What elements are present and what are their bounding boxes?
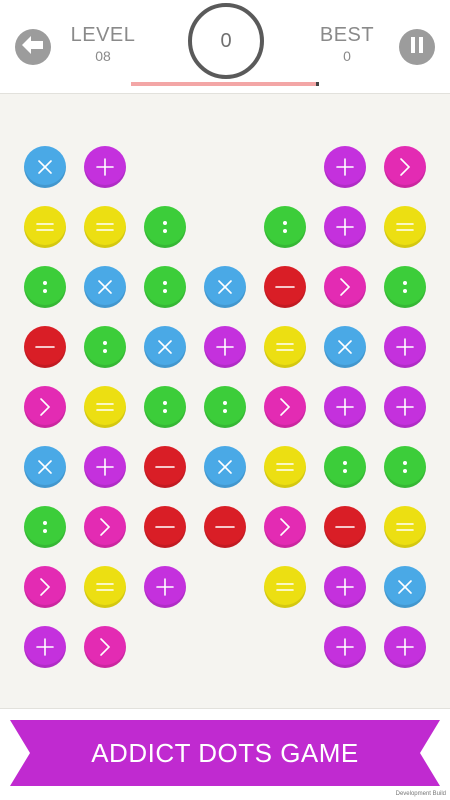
dot-yellow-eq[interactable] xyxy=(384,506,426,548)
dot-blue-x[interactable] xyxy=(204,266,246,308)
dot-green-colon[interactable] xyxy=(24,506,66,548)
dot-purple-plus[interactable] xyxy=(324,206,366,248)
dot-purple-plus[interactable] xyxy=(324,146,366,188)
dot-yellow-eq[interactable] xyxy=(84,206,126,248)
dot-yellow-eq[interactable] xyxy=(264,446,306,488)
dot-purple-plus[interactable] xyxy=(324,386,366,428)
dot-purple-plus[interactable] xyxy=(384,386,426,428)
dot-purple-plus[interactable] xyxy=(84,446,126,488)
best-display: BEST 0 xyxy=(302,24,392,64)
dot-purple-plus[interactable] xyxy=(324,566,366,608)
dot-blue-x[interactable] xyxy=(24,446,66,488)
dot-purple-plus[interactable] xyxy=(384,326,426,368)
dot-green-colon[interactable] xyxy=(24,266,66,308)
dot-green-colon[interactable] xyxy=(144,206,186,248)
score-value: 0 xyxy=(220,29,232,52)
development-build-note: Development Build xyxy=(395,791,446,797)
dot-magenta-gt[interactable] xyxy=(384,146,426,188)
dot-blue-x[interactable] xyxy=(84,266,126,308)
dot-yellow-eq[interactable] xyxy=(384,206,426,248)
dot-green-colon[interactable] xyxy=(144,386,186,428)
dot-purple-plus[interactable] xyxy=(324,626,366,668)
dot-blue-x[interactable] xyxy=(324,326,366,368)
dot-green-colon[interactable] xyxy=(204,386,246,428)
level-display: LEVEL 08 xyxy=(58,24,148,64)
banner-title: ADDICT DOTS GAME xyxy=(91,737,359,768)
top-bar: LEVEL 08 0 BEST 0 xyxy=(0,0,450,93)
dot-blue-x[interactable] xyxy=(144,326,186,368)
back-arrow-icon xyxy=(22,35,44,59)
dot-yellow-eq[interactable] xyxy=(24,206,66,248)
dot-purple-plus[interactable] xyxy=(384,626,426,668)
dot-red-minus[interactable] xyxy=(144,506,186,548)
dot-magenta-gt[interactable] xyxy=(264,506,306,548)
dot-purple-plus[interactable] xyxy=(144,566,186,608)
dot-purple-plus[interactable] xyxy=(204,326,246,368)
dot-green-colon[interactable] xyxy=(84,326,126,368)
dot-yellow-eq[interactable] xyxy=(84,566,126,608)
level-label: LEVEL xyxy=(70,24,136,46)
back-button[interactable] xyxy=(15,29,51,65)
progress-marker xyxy=(316,82,319,86)
dot-red-minus[interactable] xyxy=(144,446,186,488)
dot-green-colon[interactable] xyxy=(144,266,186,308)
dot-blue-x[interactable] xyxy=(384,566,426,608)
dot-yellow-eq[interactable] xyxy=(264,566,306,608)
dot-magenta-gt[interactable] xyxy=(324,266,366,308)
dot-magenta-gt[interactable] xyxy=(84,626,126,668)
dot-magenta-gt[interactable] xyxy=(24,566,66,608)
score-counter: 0 xyxy=(188,3,264,79)
pause-icon xyxy=(409,36,425,59)
dot-purple-plus[interactable] xyxy=(24,626,66,668)
dot-magenta-gt[interactable] xyxy=(24,386,66,428)
best-value: 0 xyxy=(343,48,351,64)
dot-red-minus[interactable] xyxy=(24,326,66,368)
dot-magenta-gt[interactable] xyxy=(264,386,306,428)
level-value: 08 xyxy=(95,48,111,64)
dot-red-minus[interactable] xyxy=(264,266,306,308)
dot-yellow-eq[interactable] xyxy=(264,326,306,368)
title-banner: ADDICT DOTS GAME xyxy=(0,720,450,790)
dot-green-colon[interactable] xyxy=(384,446,426,488)
best-label: BEST xyxy=(319,24,375,46)
dot-red-minus[interactable] xyxy=(324,506,366,548)
dot-red-minus[interactable] xyxy=(204,506,246,548)
dot-green-colon[interactable] xyxy=(324,446,366,488)
dot-green-colon[interactable] xyxy=(384,266,426,308)
game-board xyxy=(0,93,450,709)
dot-purple-plus[interactable] xyxy=(84,146,126,188)
dot-green-colon[interactable] xyxy=(264,206,306,248)
pause-button[interactable] xyxy=(399,29,435,65)
dot-magenta-gt[interactable] xyxy=(84,506,126,548)
time-progress-bar xyxy=(131,82,319,86)
dot-blue-x[interactable] xyxy=(204,446,246,488)
dot-blue-x[interactable] xyxy=(24,146,66,188)
dot-yellow-eq[interactable] xyxy=(84,386,126,428)
